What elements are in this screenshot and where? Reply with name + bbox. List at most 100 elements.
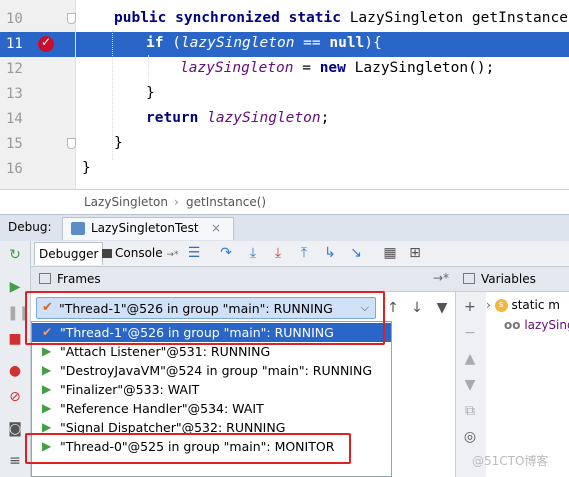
play-icon: ▶ [42, 401, 52, 415]
run-to-cursor-icon[interactable]: ↘ [348, 245, 364, 261]
run-configuration-tab[interactable]: LazySingletonTest × [62, 217, 234, 240]
code-text: lazySingleton = new LazySingleton(); [180, 60, 495, 76]
gutter-line[interactable]: 15 [0, 132, 76, 157]
frames-icon [39, 273, 51, 284]
close-tab-icon[interactable]: × [211, 221, 221, 235]
new-watch-icon[interactable]: + [462, 299, 478, 315]
gutter-line[interactable]: 14 [0, 107, 75, 132]
test-config-icon [71, 222, 85, 235]
tab-console-label: Console [115, 246, 163, 260]
show-watches-icon[interactable]: ◎ [462, 429, 478, 445]
settings-icon[interactable]: ≡ [7, 453, 23, 469]
fold-icon[interactable] [67, 138, 76, 149]
variable-row[interactable]: oo lazySing [504, 318, 569, 336]
thread-label: "Attach Listener"@531: RUNNING [60, 344, 271, 359]
pause-program-icon[interactable]: ❚❚ [7, 305, 30, 321]
rerun-icon[interactable]: ↻ [7, 247, 23, 263]
filter-icon[interactable]: ▼ [433, 299, 451, 317]
tab-debugger-label: Debugger [39, 247, 99, 261]
thread-label: "Reference Handler"@534: WAIT [60, 401, 264, 416]
static-badge-icon: s [494, 299, 508, 312]
frames-header: Frames →* [31, 267, 455, 292]
annotation-box-thread-0 [25, 433, 351, 464]
variables-icon [463, 273, 475, 284]
code-line[interactable]: return lazySingleton; [76, 107, 569, 132]
play-icon: ▶ [42, 382, 52, 396]
indent-guide [148, 55, 149, 85]
breakpoint-icon[interactable]: ✓ [38, 35, 54, 52]
line-number: 14 [6, 111, 23, 127]
gutter-line[interactable]: 12 [0, 57, 75, 82]
tab-debugger[interactable]: Debugger [34, 242, 104, 265]
code-line[interactable]: if (lazySingleton == null){ [76, 32, 569, 57]
fold-icon[interactable] [67, 13, 76, 24]
gutter-line[interactable]: 13 [0, 82, 75, 107]
camera-icon[interactable]: ◙ [7, 421, 23, 437]
force-step-into-icon[interactable]: ⤓ [270, 245, 286, 261]
remove-watch-icon[interactable]: − [462, 325, 478, 341]
evaluate-expression-icon[interactable]: ▦ [382, 245, 398, 261]
thread-option[interactable]: ▶ "DestroyJavaVM"@524 in group "main": RU… [32, 361, 391, 380]
code-line[interactable]: public synchronized static LazySingleton… [76, 7, 569, 32]
layout-settings-icon[interactable]: ⊞ [407, 245, 423, 261]
pin-icon[interactable]: →* [433, 271, 449, 285]
next-frame-icon[interactable]: ↓ [408, 299, 426, 317]
check-icon: ✓ [41, 35, 52, 49]
variable-name: lazySing [524, 318, 569, 332]
step-into-icon[interactable]: ⤓ [245, 245, 261, 261]
variable-row[interactable]: › s static m [486, 298, 560, 316]
gutter-line[interactable]: 10 [0, 7, 76, 32]
thread-option[interactable]: ▶ "Reference Handler"@534: WAIT [32, 399, 391, 418]
line-number: 16 [6, 161, 23, 177]
breadcrumb: LazySingleton › getInstance() [0, 190, 569, 214]
console-icon [102, 249, 112, 258]
variable-name: static m [511, 298, 560, 312]
annotation-box-thread-1 [25, 291, 385, 345]
line-number: 13 [6, 86, 23, 102]
breadcrumb-class[interactable]: LazySingleton [84, 195, 168, 209]
code-text: } [146, 85, 155, 101]
debugger-toolbar: Debugger Console →* ☰ ↷ ⤓ ⤓ ⤒ ↳ ↘ ▦ ⊞ [0, 241, 569, 267]
code-line[interactable]: lazySingleton = new LazySingleton(); [76, 57, 569, 82]
move-down-icon[interactable]: ▼ [462, 377, 478, 393]
variables-side-toolbar: + − ▲ ▼ ⧉ ◎ [455, 267, 487, 477]
gutter-line[interactable]: 16 [0, 157, 75, 182]
step-over-icon[interactable]: ↷ [218, 245, 234, 261]
tab-console[interactable]: Console →* [98, 242, 183, 264]
show-execution-point-icon[interactable]: ☰ [186, 245, 202, 261]
breadcrumb-separator: › [174, 195, 179, 209]
copy-icon[interactable]: ⧉ [462, 403, 478, 419]
stop-icon[interactable]: ■ [7, 331, 23, 347]
resume-program-icon[interactable]: ▶ [7, 279, 23, 295]
line-number: 11 [6, 36, 23, 52]
drop-frame-icon[interactable]: ↳ [322, 245, 338, 261]
play-icon: ▶ [42, 420, 52, 434]
code-line[interactable]: } [76, 132, 569, 157]
editor-gutter[interactable]: 10 11 ✓ 12 13 14 15 16 [0, 0, 76, 189]
move-up-icon[interactable]: ▲ [462, 351, 478, 367]
breadcrumb-method[interactable]: getInstance() [186, 195, 266, 209]
mute-breakpoints-icon[interactable]: ⊘ [7, 389, 23, 405]
expand-arrow-icon[interactable]: › [486, 298, 491, 312]
thread-option[interactable]: ▶ "Finalizer"@533: WAIT [32, 380, 391, 399]
play-icon: ▶ [42, 344, 52, 358]
step-out-icon[interactable]: ⤒ [296, 245, 312, 261]
code-text: } [114, 135, 123, 151]
variables-title: Variables [481, 272, 536, 286]
thread-label: "Finalizer"@533: WAIT [60, 382, 200, 397]
code-text: if (lazySingleton == null){ [146, 35, 382, 51]
run-configuration-name: LazySingletonTest [91, 221, 199, 235]
code-text: public synchronized static LazySingleton… [114, 10, 569, 26]
pin-tab-icon[interactable]: →* [166, 250, 178, 260]
variables-panel: Variables › s static m oo lazySing [455, 267, 569, 477]
code-editor[interactable]: 10 11 ✓ 12 13 14 15 16 public synchronized stat… [0, 0, 569, 190]
previous-frame-icon[interactable]: ↑ [384, 299, 402, 317]
frames-title: Frames [57, 272, 101, 286]
gutter-line[interactable]: 11 ✓ [0, 32, 75, 57]
code-line[interactable]: } [76, 82, 569, 107]
indent-guide [112, 30, 113, 160]
view-breakpoints-icon[interactable]: ● [7, 363, 23, 379]
code-line[interactable]: } [76, 157, 569, 182]
line-number: 10 [6, 11, 23, 27]
frames-panel: Frames →* ✔ "Thread-1"@526 in group "mai… [25, 267, 455, 477]
